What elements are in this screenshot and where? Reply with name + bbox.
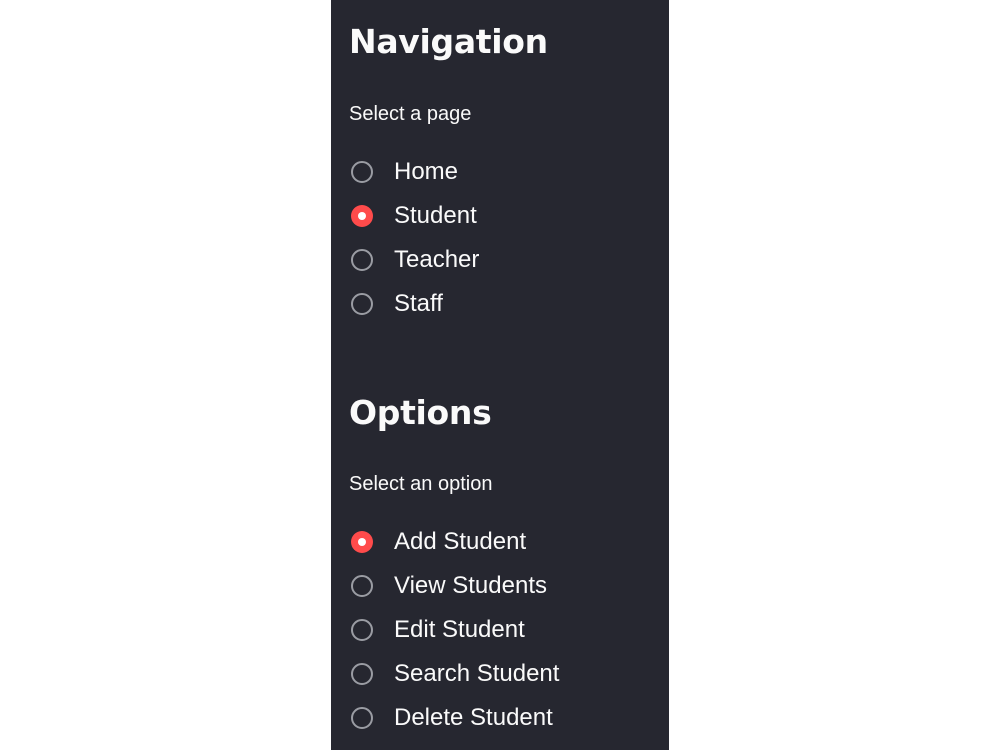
radio-button-teacher[interactable] [351,249,373,271]
radio-label-student[interactable]: Student [394,204,477,228]
page: Navigation Select a page Home Student Te… [0,0,1000,750]
sidebar: Navigation Select a page Home Student Te… [331,0,669,750]
radio-button-home[interactable] [351,161,373,183]
radio-option-home[interactable]: Home [351,150,479,194]
navigation-title: Navigation [349,22,548,61]
radio-button-view-students[interactable] [351,575,373,597]
options-radio-label: Select an option [349,473,493,495]
radio-option-delete-student[interactable]: Delete Student [351,696,559,740]
options-title: Options [349,393,492,432]
radio-label-search-student[interactable]: Search Student [394,662,559,686]
radio-option-staff[interactable]: Staff [351,282,479,326]
radio-button-add-student[interactable] [351,531,373,553]
radio-label-edit-student[interactable]: Edit Student [394,618,525,642]
radio-option-view-students[interactable]: View Students [351,564,559,608]
radio-button-staff[interactable] [351,293,373,315]
radio-label-add-student[interactable]: Add Student [394,530,526,554]
radio-label-staff[interactable]: Staff [394,292,443,316]
radio-option-teacher[interactable]: Teacher [351,238,479,282]
radio-option-search-student[interactable]: Search Student [351,652,559,696]
radio-label-home[interactable]: Home [394,160,458,184]
radio-option-edit-student[interactable]: Edit Student [351,608,559,652]
radio-label-teacher[interactable]: Teacher [394,248,479,272]
radio-button-delete-student[interactable] [351,707,373,729]
radio-label-view-students[interactable]: View Students [394,574,547,598]
radio-button-edit-student[interactable] [351,619,373,641]
radio-option-add-student[interactable]: Add Student [351,520,559,564]
radio-option-student[interactable]: Student [351,194,479,238]
radio-button-search-student[interactable] [351,663,373,685]
navigation-radio-group: Home Student Teacher Staff [351,150,479,326]
radio-label-delete-student[interactable]: Delete Student [394,706,553,730]
radio-button-student[interactable] [351,205,373,227]
navigation-radio-label: Select a page [349,103,472,125]
options-radio-group: Add Student View Students Edit Student S… [351,520,559,740]
